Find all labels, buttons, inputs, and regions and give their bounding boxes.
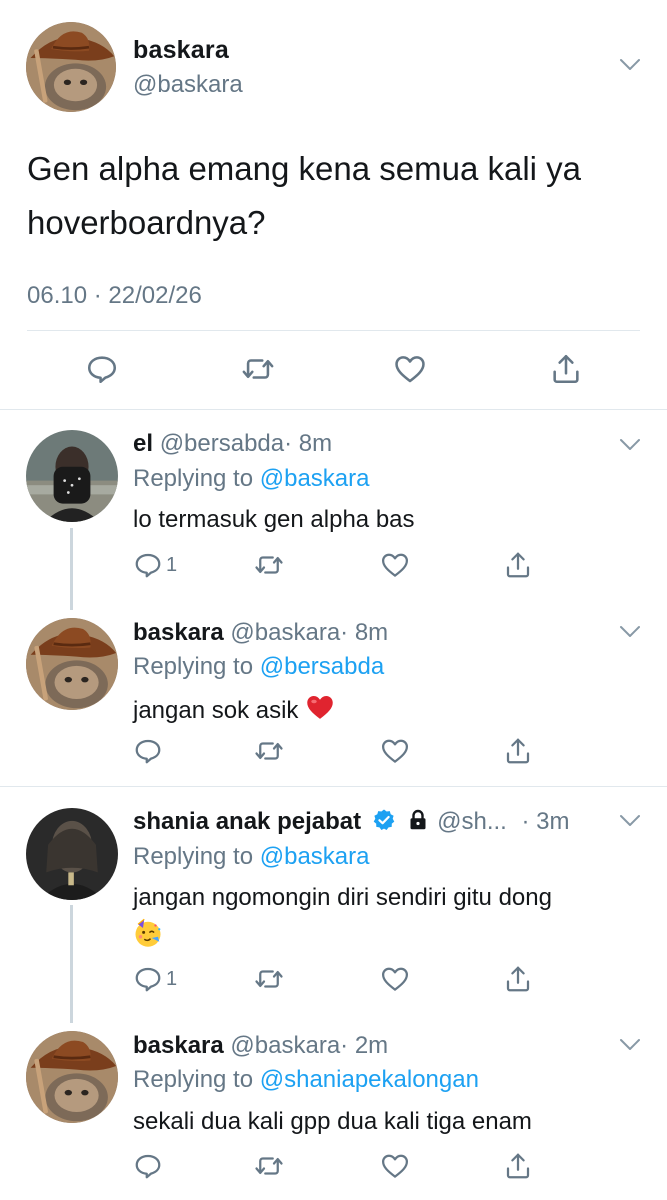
mention-link[interactable]: @bersabda — [260, 653, 384, 680]
retweet-icon[interactable] — [254, 736, 284, 766]
heart-icon[interactable] — [380, 964, 410, 994]
retweet-icon[interactable] — [254, 1151, 284, 1181]
share-icon[interactable] — [503, 964, 533, 994]
lock-icon — [406, 808, 430, 832]
author-handle[interactable]: @baskara — [133, 71, 243, 99]
share-icon[interactable] — [503, 550, 533, 580]
partying-face-emoji — [133, 918, 163, 948]
reply-header: baskara @baskara· 2m — [133, 1032, 388, 1060]
reply-header: shania anak pejabat @sh... · 3m — [133, 808, 570, 836]
reply-author-name[interactable]: baskara — [133, 1032, 224, 1059]
share-icon[interactable] — [503, 1151, 533, 1181]
reply-count: 1 — [166, 553, 178, 576]
chevron-down-icon[interactable] — [619, 1038, 641, 1052]
mention-link[interactable]: @baskara — [260, 843, 370, 870]
replying-to: Replying to @baskara — [133, 465, 370, 493]
reply-header: baskara @baskara· 8m — [133, 619, 388, 647]
reply-text: sekali dua kali gpp dua kali tiga enam — [133, 1108, 532, 1135]
reply-author-handle[interactable]: @baskara — [230, 1032, 340, 1059]
reply-avatar[interactable] — [26, 808, 118, 900]
reply-actions: 1 — [0, 550, 667, 590]
reply-author-name[interactable]: el — [133, 430, 153, 457]
reply-text-line: jangan sok asik — [133, 692, 633, 727]
author-name[interactable]: baskara — [133, 36, 229, 65]
reply-time: · 3m — [521, 808, 570, 835]
reply-header: el @bersabda· 8m — [133, 430, 332, 458]
retweet-icon[interactable] — [254, 550, 284, 580]
reply-time: · 8m — [284, 430, 333, 457]
reply-button[interactable]: 1 — [133, 964, 177, 994]
reply-author-handle[interactable]: @sh... — [437, 808, 507, 835]
heart-icon[interactable] — [380, 550, 410, 580]
chevron-down-icon[interactable] — [619, 625, 641, 639]
reply-text-line: jangan ngomongin diri sendiri gitu dong — [133, 881, 638, 948]
reply-author-name[interactable]: shania anak pejabat — [133, 808, 361, 835]
chevron-down-icon[interactable] — [619, 814, 641, 828]
tweet-actions — [0, 347, 667, 395]
retweet-icon[interactable] — [254, 964, 284, 994]
reply-icon[interactable] — [82, 349, 122, 389]
reply-avatar[interactable] — [26, 430, 118, 522]
reply-icon[interactable] — [133, 1151, 163, 1181]
reply-tweet[interactable]: baskara @baskara· 8m Replying to @bersab… — [0, 600, 667, 786]
heart-icon[interactable] — [380, 1151, 410, 1181]
reply-tweet[interactable]: baskara @baskara· 2m Replying to @shania… — [0, 1013, 667, 1200]
share-icon[interactable] — [546, 349, 586, 389]
reply-author-handle[interactable]: @baskara — [230, 619, 340, 646]
reply-actions — [0, 736, 667, 776]
reply-text: jangan sok asik — [133, 697, 299, 724]
replying-label: Replying to — [133, 465, 260, 492]
reply-author-handle[interactable]: @bersabda — [160, 430, 284, 457]
divider — [27, 330, 640, 331]
red-heart-emoji — [305, 692, 335, 722]
tweet-timestamp: 06.10 · 22/02/26 — [27, 282, 202, 309]
author-avatar[interactable] — [26, 22, 116, 112]
replying-to: Replying to @baskara — [133, 843, 370, 871]
replying-label: Replying to — [133, 1066, 260, 1093]
reply-button[interactable]: 1 — [133, 550, 177, 580]
mention-link[interactable]: @shaniapekalongan — [260, 1066, 479, 1093]
main-tweet: baskara @baskara Gen alpha emang kena se… — [0, 0, 667, 410]
heart-icon[interactable] — [390, 349, 430, 389]
reply-avatar[interactable] — [26, 618, 118, 710]
reply-time: · 2m — [340, 1032, 389, 1059]
chevron-down-icon[interactable] — [619, 438, 641, 452]
mention-link[interactable]: @baskara — [260, 465, 370, 492]
reply-icon[interactable] — [133, 550, 163, 580]
reply-icon[interactable] — [133, 964, 163, 994]
replying-label: Replying to — [133, 843, 260, 870]
reply-tweet[interactable]: shania anak pejabat @sh... · 3m Replying… — [0, 787, 667, 1023]
replying-to: Replying to @shaniapekalongan — [133, 1066, 479, 1094]
verified-badge-icon — [372, 808, 396, 832]
reply-icon[interactable] — [133, 736, 163, 766]
reply-tweet[interactable]: el @bersabda· 8m Replying to @baskara lo… — [0, 410, 667, 610]
reply-actions: 1 — [0, 964, 667, 1004]
replying-label: Replying to — [133, 653, 260, 680]
reply-text: lo termasuk gen alpha bas — [133, 506, 415, 533]
reply-count: 1 — [166, 967, 178, 990]
heart-icon[interactable] — [380, 736, 410, 766]
chevron-down-icon[interactable] — [619, 58, 641, 72]
reply-avatar[interactable] — [26, 1031, 118, 1123]
reply-actions — [0, 1151, 667, 1191]
replying-to: Replying to @bersabda — [133, 653, 384, 681]
reply-time: · 8m — [340, 619, 389, 646]
retweet-icon[interactable] — [238, 349, 278, 389]
reply-text: jangan ngomongin diri sendiri gitu dong — [133, 884, 552, 911]
tweet-text: Gen alpha emang kena semua kali ya hover… — [27, 150, 582, 241]
share-icon[interactable] — [503, 736, 533, 766]
reply-author-name[interactable]: baskara — [133, 619, 224, 646]
